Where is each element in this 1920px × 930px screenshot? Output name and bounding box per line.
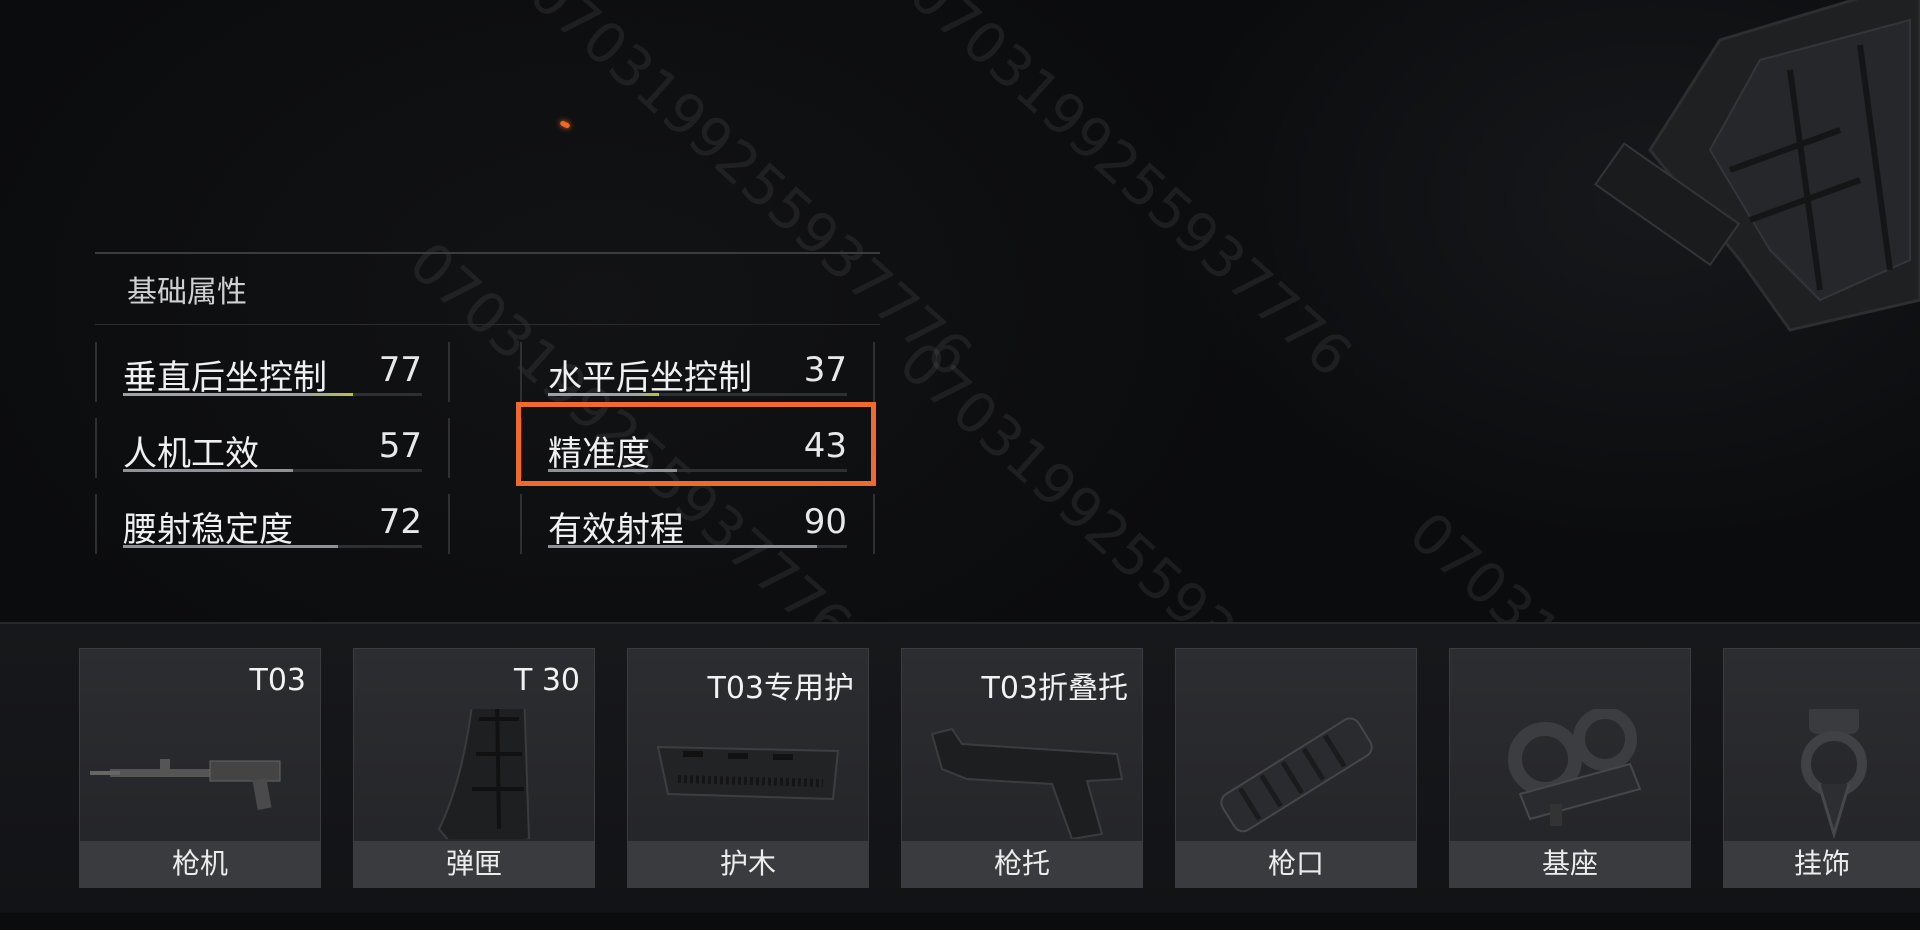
magazine-icon bbox=[437, 709, 531, 839]
part-slot-label: 枪机 bbox=[80, 841, 320, 887]
stat-bar-fill bbox=[548, 545, 818, 548]
stat-value: 72 bbox=[378, 502, 422, 542]
part-slot-handguard[interactable]: T03专用护 护木 bbox=[627, 648, 869, 888]
part-slot-label: 护木 bbox=[628, 841, 868, 887]
receiver-icon bbox=[90, 759, 281, 810]
stat-bar bbox=[548, 545, 847, 548]
stat-row: 有效射程 90 bbox=[520, 494, 875, 554]
stat-bar bbox=[123, 393, 422, 396]
stat-row: 人机工效 57 bbox=[95, 418, 450, 478]
stat-bar bbox=[123, 469, 422, 472]
part-slot-magazine[interactable]: T 30 弹匣 bbox=[353, 648, 595, 888]
stat-bar bbox=[123, 545, 422, 548]
part-slot-label: 基座 bbox=[1450, 841, 1690, 887]
stat-row: 垂直后坐控制 77 bbox=[95, 342, 450, 402]
stat-name: 腰射稳定度 bbox=[123, 510, 293, 550]
stat-bar-fill bbox=[123, 393, 354, 396]
stock-icon bbox=[930, 727, 1124, 839]
stats-panel-header: 基础属性 bbox=[95, 252, 880, 325]
part-slot-receiver[interactable]: T03 枪机 bbox=[79, 648, 321, 888]
stat-value: 57 bbox=[378, 426, 422, 466]
stat-row: 腰射稳定度 72 bbox=[95, 494, 450, 554]
part-slot-mount[interactable]: 基座 bbox=[1449, 648, 1691, 888]
part-slot-muzzle[interactable]: 枪口 bbox=[1175, 648, 1417, 888]
part-name: T 30 bbox=[513, 663, 580, 698]
stat-bar-fill bbox=[548, 393, 659, 396]
magazine-preview-icon bbox=[1594, 0, 1920, 332]
stat-value: 90 bbox=[803, 502, 847, 542]
part-slot-stock[interactable]: T03折叠托 枪托 bbox=[901, 648, 1143, 888]
ember-spark bbox=[559, 120, 571, 129]
stat-bar-fill bbox=[123, 469, 294, 472]
part-slot-label: 枪口 bbox=[1176, 841, 1416, 887]
stat-name: 人机工效 bbox=[123, 434, 259, 474]
mount-icon bbox=[1508, 709, 1642, 826]
stat-name: 水平后坐控制 bbox=[548, 358, 752, 398]
part-name: T03折叠托 bbox=[981, 671, 1129, 706]
part-name: T03专用护 bbox=[707, 671, 855, 706]
watermark-1: 0703199255937776 bbox=[516, 0, 984, 390]
part-slot-charm[interactable]: 挂饰 bbox=[1723, 648, 1920, 888]
part-name: T03 bbox=[249, 663, 307, 698]
muzzle-icon bbox=[1220, 717, 1373, 833]
stat-row: 水平后坐控制 37 bbox=[520, 342, 875, 402]
stat-name: 有效射程 bbox=[548, 510, 684, 550]
stats-panel-title: 基础属性 bbox=[127, 275, 247, 310]
stat-value: 37 bbox=[803, 350, 847, 390]
stat-bar bbox=[548, 393, 847, 396]
part-slot-label: 枪托 bbox=[902, 841, 1142, 887]
stat-highlight-box bbox=[516, 402, 876, 486]
stat-bar-fill bbox=[123, 545, 339, 548]
charm-icon bbox=[1801, 709, 1867, 839]
stat-value: 77 bbox=[378, 350, 422, 390]
part-slot-label: 弹匣 bbox=[354, 841, 594, 887]
part-slot-label: 挂饰 bbox=[1724, 841, 1920, 887]
stat-name: 垂直后坐控制 bbox=[123, 358, 327, 398]
handguard-icon bbox=[656, 745, 840, 801]
stats-panel: 基础属性 bbox=[95, 252, 880, 325]
